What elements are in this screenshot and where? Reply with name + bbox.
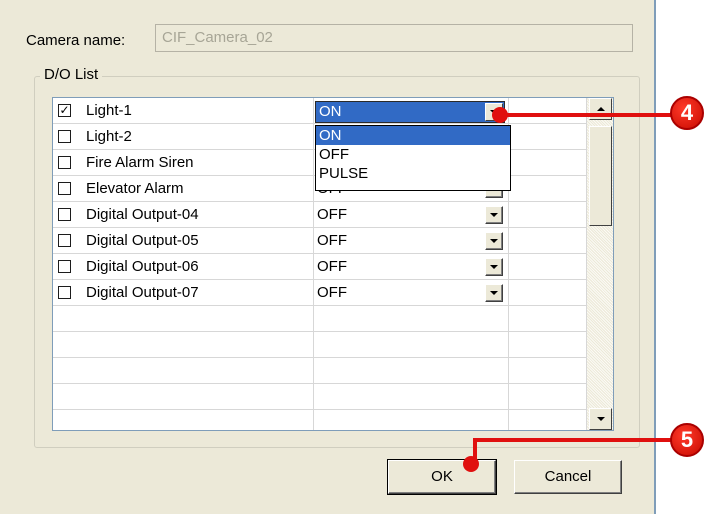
scroll-thumb[interactable]: [589, 126, 612, 226]
row-checkbox[interactable]: [58, 156, 71, 169]
column-divider: [313, 98, 314, 123]
column-divider: [508, 202, 509, 227]
dropdown-option-pulse[interactable]: PULSE: [316, 164, 510, 183]
column-divider: [313, 228, 314, 253]
row-value[interactable]: OFF: [317, 284, 347, 301]
column-divider: [508, 306, 509, 331]
do-list-legend: D/O List: [40, 66, 103, 83]
column-divider: [313, 254, 314, 279]
table-row-empty: [53, 306, 587, 332]
row-checkbox[interactable]: [58, 182, 71, 195]
column-divider: [508, 410, 509, 430]
column-divider: [313, 384, 314, 409]
table-row[interactable]: Digital Output-05 OFF: [53, 228, 587, 254]
column-divider: [313, 410, 314, 430]
column-divider: [508, 280, 509, 305]
dropdown-option-on[interactable]: ON: [316, 126, 510, 145]
row-checkbox[interactable]: ✓: [58, 104, 71, 117]
column-divider: [313, 358, 314, 383]
row-checkbox[interactable]: [58, 130, 71, 143]
callout-4-line: [500, 113, 676, 117]
table-row[interactable]: Digital Output-06 OFF: [53, 254, 587, 280]
column-divider: [508, 254, 509, 279]
dialog-window: Camera name: CIF_Camera_02 D/O List ✓ Li…: [0, 0, 656, 514]
table-row-empty: [53, 384, 587, 410]
column-divider: [313, 176, 314, 201]
value-combobox-active[interactable]: ON: [315, 101, 505, 123]
callout-4-dot: [492, 107, 508, 123]
column-divider: [508, 98, 509, 123]
row-name: Light-1: [86, 102, 132, 119]
vertical-scrollbar[interactable]: [586, 98, 613, 430]
row-name: Fire Alarm Siren: [86, 154, 194, 171]
column-divider: [508, 332, 509, 357]
row-value[interactable]: OFF: [317, 232, 347, 249]
column-divider: [313, 150, 314, 175]
callout-5-badge: 5: [670, 423, 704, 457]
value-dropdown-list[interactable]: ON OFF PULSE: [315, 125, 511, 191]
callout-5-dot: [463, 456, 479, 472]
row-checkbox[interactable]: [58, 286, 71, 299]
row-value[interactable]: OFF: [317, 206, 347, 223]
camera-name-field: CIF_Camera_02: [155, 24, 633, 52]
table-row-empty: [53, 332, 587, 358]
callout-4-badge: 4: [670, 96, 704, 130]
row-checkbox[interactable]: [58, 208, 71, 221]
row-name: Digital Output-06: [86, 258, 199, 275]
callout-5-line: [473, 438, 673, 442]
column-divider: [313, 306, 314, 331]
column-divider: [313, 332, 314, 357]
row-value[interactable]: OFF: [317, 258, 347, 275]
row-name: Light-2: [86, 128, 132, 145]
table-row-empty: [53, 358, 587, 384]
row-checkbox[interactable]: [58, 260, 71, 273]
table-row[interactable]: Digital Output-07 OFF: [53, 280, 587, 306]
table-row[interactable]: Digital Output-04 OFF: [53, 202, 587, 228]
chevron-down-icon[interactable]: [485, 206, 503, 224]
ok-button[interactable]: OK: [387, 459, 497, 495]
column-divider: [508, 228, 509, 253]
scroll-down-button[interactable]: [589, 408, 612, 430]
row-checkbox[interactable]: [58, 234, 71, 247]
camera-name-label: Camera name:: [26, 32, 126, 49]
do-list-grid[interactable]: ✓ Light-1 ON Light-2 Fire Alarm Siren El…: [52, 97, 614, 431]
row-name: Elevator Alarm: [86, 180, 184, 197]
cancel-button[interactable]: Cancel: [514, 460, 622, 494]
combobox-value: ON: [319, 103, 342, 120]
column-divider: [313, 202, 314, 227]
chevron-down-icon[interactable]: [485, 232, 503, 250]
column-divider: [508, 358, 509, 383]
column-divider: [313, 124, 314, 149]
chevron-down-icon[interactable]: [485, 258, 503, 276]
chevron-down-icon[interactable]: [485, 284, 503, 302]
dropdown-option-off[interactable]: OFF: [316, 145, 510, 164]
column-divider: [313, 280, 314, 305]
row-name: Digital Output-05: [86, 232, 199, 249]
table-row-empty: [53, 410, 587, 430]
row-name: Digital Output-07: [86, 284, 199, 301]
row-name: Digital Output-04: [86, 206, 199, 223]
column-divider: [508, 384, 509, 409]
